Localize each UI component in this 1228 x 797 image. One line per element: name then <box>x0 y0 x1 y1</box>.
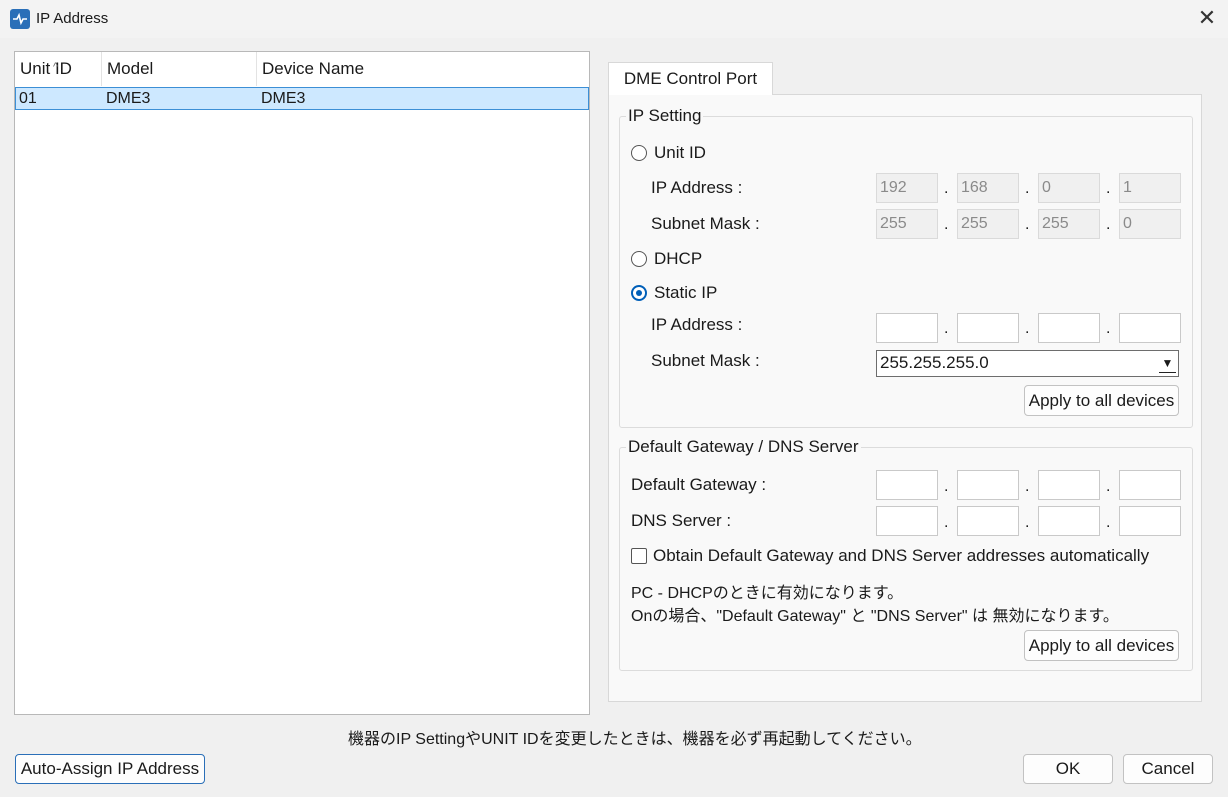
ip-setting-legend: IP Setting <box>626 106 704 126</box>
cancel-button[interactable]: Cancel <box>1123 754 1213 784</box>
title-bar <box>0 0 1228 38</box>
auto-assign-ip-button[interactable]: Auto-Assign IP Address <box>15 754 205 784</box>
sort-ascending-icon: ^ <box>53 61 59 73</box>
dot-separator: . <box>944 514 949 531</box>
static-ip-octet-1[interactable] <box>876 313 938 343</box>
unit-id-radio-label[interactable]: Unit ID <box>654 143 706 163</box>
subnet-mask-selected-value: 255.255.255.0 <box>880 353 989 372</box>
gateway-octet-2[interactable] <box>957 470 1019 500</box>
dot-separator: . <box>1106 180 1111 197</box>
unit-ip-octet-2: 168 <box>957 173 1019 203</box>
static-ip-octet-4[interactable] <box>1119 313 1181 343</box>
dot-separator: . <box>944 180 949 197</box>
gateway-octet-3[interactable] <box>1038 470 1100 500</box>
apply-gateway-button[interactable]: Apply to all devices <box>1024 630 1179 661</box>
apply-ip-setting-button[interactable]: Apply to all devices <box>1024 385 1179 416</box>
note-line-1: PC - DHCPのときに有効になります。 <box>631 585 904 602</box>
static-ip-radio-label[interactable]: Static IP <box>654 283 717 303</box>
gateway-octet-4[interactable] <box>1119 470 1181 500</box>
dhcp-radio-label[interactable]: DHCP <box>654 249 702 269</box>
static-ip-octet-3[interactable] <box>1038 313 1100 343</box>
column-header-unit-id[interactable]: ^ Unit ID <box>15 52 102 86</box>
unit-ip-address-label: IP Address : <box>651 178 743 197</box>
dot-separator: . <box>944 216 949 233</box>
cell-device-name: DME3 <box>261 90 306 107</box>
close-icon[interactable]: ✕ <box>1192 4 1222 34</box>
static-subnet-mask-label: Subnet Mask : <box>651 351 760 370</box>
dot-separator: . <box>1025 514 1030 531</box>
static-ip-octet-2[interactable] <box>957 313 1019 343</box>
restart-notice: 機器のIP SettingやUNIT IDを変更したときは、機器を必ず再起動して… <box>348 731 922 748</box>
unit-mask-octet-3: 255 <box>1038 209 1100 239</box>
static-ip-radio[interactable] <box>631 285 647 301</box>
unit-mask-octet-1: 255 <box>876 209 938 239</box>
window-title: IP Address <box>36 10 109 27</box>
unit-subnet-mask-label: Subnet Mask : <box>651 214 760 233</box>
dot-separator: . <box>944 478 949 495</box>
column-header-device-name[interactable]: Device Name <box>257 52 437 86</box>
unit-ip-octet-1: 192 <box>876 173 938 203</box>
dropdown-arrow-icon[interactable]: ▼ <box>1159 354 1176 373</box>
dns-octet-1[interactable] <box>876 506 938 536</box>
list-header: ^ Unit ID Model Device Name <box>15 52 589 86</box>
dns-octet-4[interactable] <box>1119 506 1181 536</box>
dot-separator: . <box>1025 216 1030 233</box>
column-header-model[interactable]: Model <box>102 52 257 86</box>
app-icon <box>10 9 30 29</box>
dot-separator: . <box>1106 478 1111 495</box>
unit-id-radio[interactable] <box>631 145 647 161</box>
device-list[interactable]: ^ Unit ID Model Device Name 01 DME3 DME3 <box>14 51 590 715</box>
dot-separator: . <box>944 320 949 337</box>
cell-model: DME3 <box>106 90 151 107</box>
dot-separator: . <box>1106 320 1111 337</box>
obtain-auto-checkbox[interactable] <box>631 548 647 564</box>
gateway-octet-1[interactable] <box>876 470 938 500</box>
tab-dme-control-port[interactable]: DME Control Port <box>608 62 773 95</box>
dns-octet-3[interactable] <box>1038 506 1100 536</box>
dot-separator: . <box>1025 320 1030 337</box>
ok-button[interactable]: OK <box>1023 754 1113 784</box>
dns-server-label: DNS Server : <box>631 511 732 530</box>
dot-separator: . <box>1106 514 1111 531</box>
note-line-2: Onの場合、"Default Gateway" と "DNS Server" は… <box>631 608 1119 625</box>
unit-ip-octet-4: 1 <box>1119 173 1181 203</box>
dot-separator: . <box>1106 216 1111 233</box>
subnet-mask-select[interactable]: 255.255.255.0 ▼ <box>876 350 1179 377</box>
dns-octet-2[interactable] <box>957 506 1019 536</box>
default-gateway-label: Default Gateway : <box>631 475 767 494</box>
dhcp-radio[interactable] <box>631 251 647 267</box>
cell-unit-id: 01 <box>19 90 37 107</box>
unit-mask-octet-2: 255 <box>957 209 1019 239</box>
gateway-dns-legend: Default Gateway / DNS Server <box>626 437 861 457</box>
dot-separator: . <box>1025 478 1030 495</box>
unit-ip-octet-3: 0 <box>1038 173 1100 203</box>
static-ip-address-label: IP Address : <box>651 315 743 334</box>
unit-mask-octet-4: 0 <box>1119 209 1181 239</box>
table-row[interactable]: 01 DME3 DME3 <box>15 87 589 110</box>
dot-separator: . <box>1025 180 1030 197</box>
obtain-auto-checkbox-label[interactable]: Obtain Default Gateway and DNS Server ad… <box>653 546 1149 566</box>
